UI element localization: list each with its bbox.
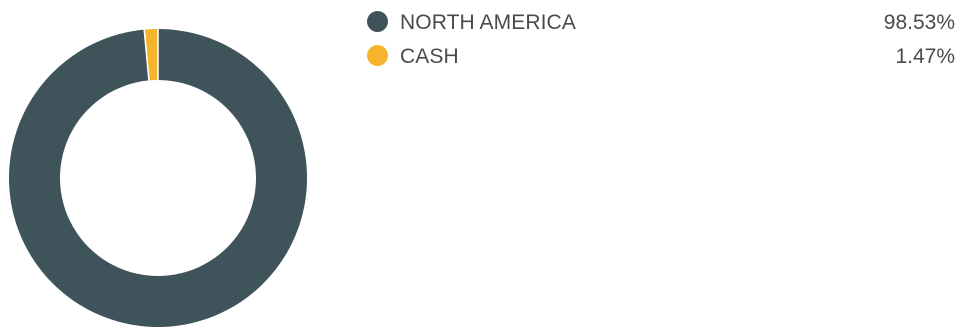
- legend-item-cash: CASH 1.47%: [366, 43, 957, 77]
- legend-swatch-north-america: [367, 11, 388, 32]
- legend-label-north-america: NORTH AMERICA: [400, 11, 576, 34]
- legend-value-north-america: 98.53%: [883, 11, 955, 34]
- legend-label-cash: CASH: [400, 45, 459, 68]
- legend-swatch-cash: [367, 45, 388, 66]
- legend-item-north-america: NORTH AMERICA 98.53%: [366, 9, 957, 43]
- donut-chart: [8, 28, 307, 327]
- chart-legend: NORTH AMERICA 98.53% CASH 1.47%: [366, 9, 957, 77]
- legend-value-cash: 1.47%: [895, 45, 955, 68]
